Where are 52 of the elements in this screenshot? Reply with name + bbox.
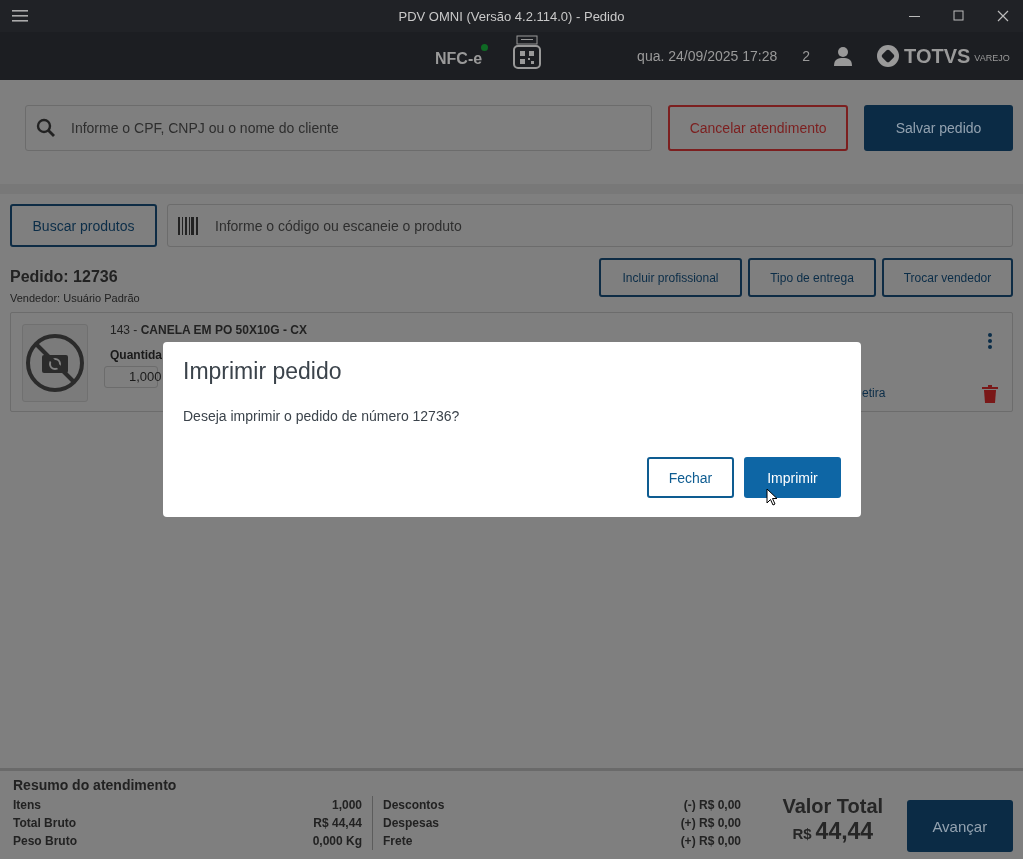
summary-label: Itens	[13, 797, 41, 814]
seller-label: Vendedor: Usuário Padrão	[10, 292, 140, 304]
total-value: 44,44	[815, 818, 874, 845]
more-options-icon[interactable]	[987, 333, 993, 349]
maximize-icon[interactable]	[953, 10, 965, 22]
total-label: Valor Total	[782, 795, 884, 818]
summary-value: (+) R$ 0,00	[680, 833, 741, 850]
close-dialog-button[interactable]: Fechar	[647, 457, 734, 498]
logo-icon	[876, 44, 901, 68]
menu-icon[interactable]	[12, 10, 28, 22]
delivery-link[interactable]: etira	[862, 386, 886, 400]
quantity-label: Quantida	[110, 348, 162, 362]
currency-symbol: R$	[792, 825, 812, 842]
summary-label: Peso Bruto	[13, 833, 77, 850]
summary-value: R$ 44,44	[313, 815, 362, 832]
customer-search-field[interactable]: Informe o CPF, CNPJ ou o nome do cliente	[25, 105, 653, 151]
dialog-message: Deseja imprimir o pedido de número 12736?	[183, 408, 461, 424]
brand-name: TOTVS	[904, 44, 971, 68]
dialog-title: Imprimir pedido	[183, 358, 343, 385]
cursor-icon	[766, 488, 778, 507]
printer-qr-icon[interactable]	[512, 35, 543, 69]
cancel-button[interactable]: Cancelar atendimento	[668, 105, 849, 151]
summary-label: Despesas	[383, 815, 440, 832]
close-icon[interactable]	[997, 10, 1009, 22]
order-option-button[interactable]: Trocar vendedor	[882, 258, 1013, 297]
product-name: 143 - CANELA EM PO 50X10G - CX	[110, 323, 307, 338]
print-button[interactable]: Imprimir	[744, 457, 841, 498]
order-option-button[interactable]: Tipo de entrega	[748, 258, 876, 297]
no-photo-icon	[25, 333, 85, 393]
order-option-button[interactable]: Incluir profissional	[599, 258, 742, 297]
summary-label: Frete	[383, 833, 413, 850]
fiscal-label: NFC-e	[435, 50, 483, 68]
search-products-button[interactable]: Buscar produtos	[10, 204, 157, 247]
user-icon[interactable]	[834, 46, 853, 66]
barcode-icon	[178, 216, 198, 235]
summary-title: Resumo do atendimento	[13, 777, 178, 793]
summary-label: Descontos	[383, 797, 445, 814]
summary-value: 0,000 Kg	[312, 833, 362, 850]
window-title: PDV OMNI (Versão 4.2.114.0) - Pedido	[398, 8, 625, 24]
advance-button[interactable]: Avançar	[906, 800, 1013, 852]
summary-value: (+) R$ 0,00	[680, 815, 741, 832]
search-icon	[36, 118, 56, 138]
save-button[interactable]: Salvar pedido	[864, 105, 1013, 151]
product-code-field[interactable]: Informe o código ou escaneie o produto	[167, 204, 1013, 247]
order-title: Pedido: 12736	[10, 268, 119, 286]
brand-subtitle: VAREJO	[974, 53, 1010, 63]
date-time: qua. 24/09/2025 17:28	[637, 48, 778, 64]
summary-label: Total Bruto	[13, 815, 77, 832]
summary-value: 1,000	[331, 797, 362, 814]
trash-icon[interactable]	[982, 385, 998, 403]
summary-value: (-) R$ 0,00	[683, 797, 741, 814]
user-count: 2	[802, 48, 811, 64]
